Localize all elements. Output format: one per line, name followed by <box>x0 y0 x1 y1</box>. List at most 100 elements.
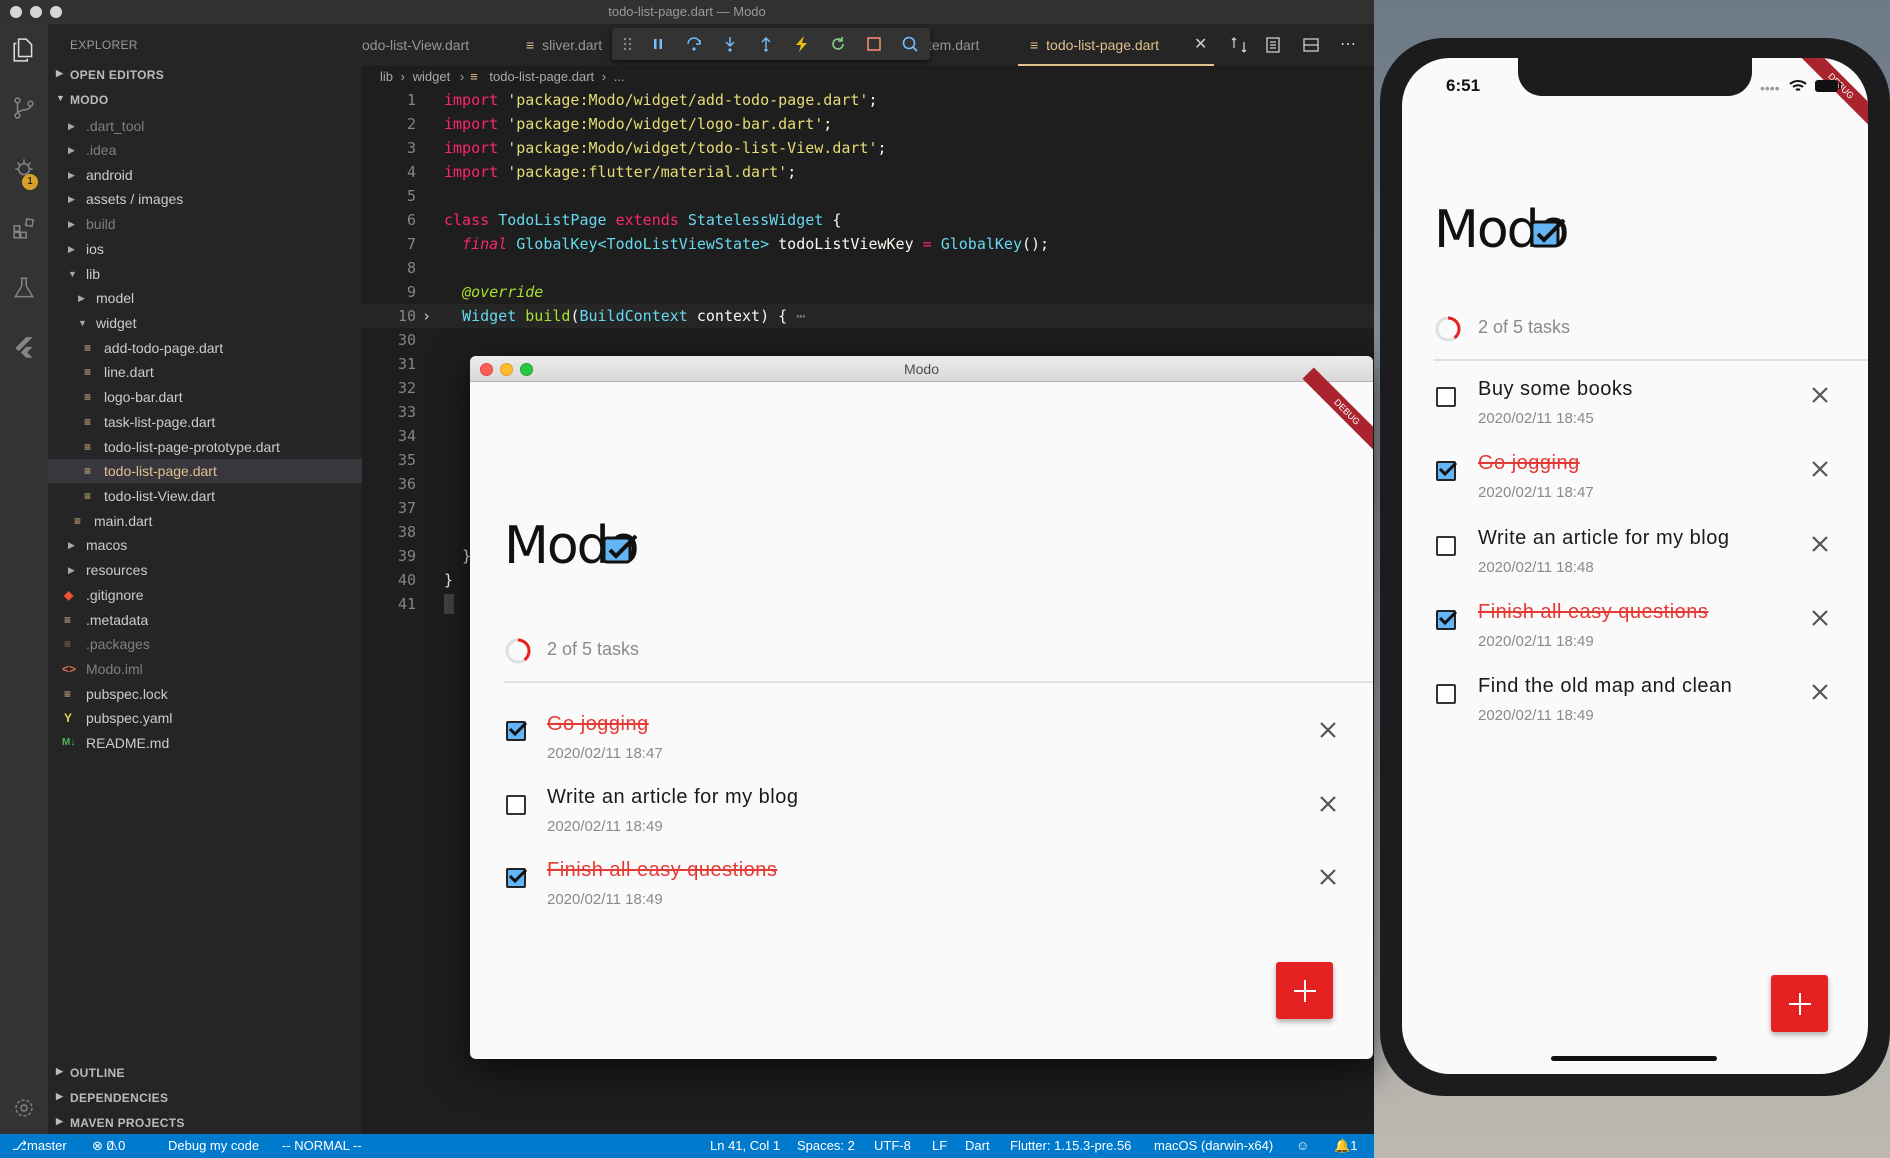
cursor-position-status[interactable]: Ln 41, Col 1 <box>710 1134 780 1158</box>
tree-folder-build[interactable]: ▶ build <box>48 212 362 236</box>
code-line[interactable]: 3 import 'package:Modo/widget/todo-list-V… <box>362 136 1374 160</box>
more-actions-icon[interactable]: ⋯ <box>1340 34 1356 54</box>
task-title[interactable]: Go jogging <box>547 713 649 736</box>
tree-file-pubspec-yaml[interactable]: Ypubspec.yaml <box>48 706 362 730</box>
task-checkbox[interactable] <box>1436 610 1457 630</box>
encoding-status[interactable]: UTF-8 <box>874 1134 911 1158</box>
task-title[interactable]: Finish all easy questions <box>547 859 777 882</box>
code-line[interactable]: 6 class TodoListPage extends StatelessWid… <box>362 208 1374 232</box>
tree-file-todo-list-page[interactable]: ≡ todo-list-page.dart <box>48 459 362 483</box>
task-checkbox[interactable] <box>1436 536 1456 556</box>
task-title[interactable]: Find the old map and clean <box>1478 675 1732 698</box>
project-section[interactable]: ▼ MODO <box>56 93 109 107</box>
delete-task-close-icon[interactable] <box>1316 718 1340 742</box>
step-over-icon[interactable] <box>682 32 706 56</box>
tab-sliver[interactable]: ≡ sliver.dart <box>526 24 602 66</box>
tree-file-modo-iml[interactable]: <> Modo.iml <box>48 657 362 681</box>
zoom-window-button[interactable] <box>50 6 62 18</box>
delete-task-close-icon[interactable] <box>1808 532 1832 556</box>
tree-file-gitignore[interactable]: ◆ .gitignore <box>48 583 362 607</box>
tab-item[interactable]: tem.dart <box>928 24 979 66</box>
tree-file-metadata[interactable]: ≡ .metadata <box>48 608 362 632</box>
tree-folder-idea[interactable]: ▶ .idea <box>48 138 362 162</box>
delete-task-close-icon[interactable] <box>1316 792 1340 816</box>
task-title[interactable]: Go jogging <box>1478 452 1580 475</box>
add-task-button[interactable] <box>1771 975 1828 1032</box>
task-title[interactable]: Finish all easy questions <box>1478 601 1708 624</box>
code-line[interactable]: 30 <box>362 328 1374 352</box>
hot-reload-icon[interactable] <box>790 32 814 56</box>
delete-task-close-icon[interactable] <box>1808 457 1832 481</box>
tree-folder-widget[interactable]: ▼ widget <box>48 311 362 335</box>
tree-file-todo-list-view[interactable]: ≡ todo-list-View.dart <box>48 484 362 508</box>
tree-folder-dart-tool[interactable]: ▶ .dart_tool <box>48 114 362 138</box>
code-line[interactable]: 7 final GlobalKey<TodoListViewState> tod… <box>362 232 1374 256</box>
task-title[interactable]: Write an article for my blog <box>547 786 799 809</box>
close-window-button[interactable] <box>480 363 493 376</box>
flutter-icon[interactable] <box>0 324 48 372</box>
tree-folder-macos[interactable]: ▶ macos <box>48 533 362 557</box>
code-line[interactable]: 5 <box>362 184 1374 208</box>
tree-file-readme[interactable]: M↓ README.md <box>48 731 362 755</box>
tree-file-logo-bar[interactable]: ≡ logo-bar.dart <box>48 385 362 409</box>
testing-flask-icon[interactable] <box>0 264 48 312</box>
minimize-window-button[interactable] <box>30 6 42 18</box>
tree-folder-lib[interactable]: ▼ lib <box>48 262 362 286</box>
notifications-status[interactable]: 🔔 1 <box>1334 1134 1357 1158</box>
indent-status[interactable]: Spaces: 2 <box>797 1134 855 1158</box>
step-out-icon[interactable] <box>754 32 778 56</box>
task-checkbox[interactable] <box>1436 684 1456 704</box>
outline-section[interactable]: ▶ OUTLINE <box>56 1066 125 1080</box>
branch-status[interactable]: ⎇ master <box>12 1134 67 1158</box>
step-into-icon[interactable] <box>718 32 742 56</box>
tree-file-packages[interactable]: ≡ .packages <box>48 632 362 656</box>
compare-changes-icon[interactable] <box>1230 36 1248 54</box>
close-window-button[interactable] <box>10 6 22 18</box>
task-checkbox[interactable] <box>506 868 527 888</box>
delete-task-close-icon[interactable] <box>1808 680 1832 704</box>
debug-icon[interactable]: 1 <box>0 144 48 192</box>
drag-handle-icon[interactable] <box>616 32 640 56</box>
task-title[interactable]: Write an article for my blog <box>1478 527 1730 550</box>
debug-config-status[interactable]: Debug my code <box>168 1134 259 1158</box>
device-status[interactable]: macOS (darwin-x64) <box>1154 1134 1273 1158</box>
tree-folder-assets[interactable]: ▶ assets / images <box>48 187 362 211</box>
tab-todo-list-view[interactable]: odo-list-View.dart <box>362 24 502 66</box>
delete-task-close-icon[interactable] <box>1316 865 1340 889</box>
code-line[interactable]: 10 › Widget build(BuildContext context) {… <box>362 304 1374 328</box>
split-editor-icon[interactable] <box>1302 36 1320 54</box>
explorer-icon[interactable] <box>0 26 48 74</box>
breadcrumb-file[interactable]: todo-list-page.dart <box>489 69 594 84</box>
task-checkbox[interactable] <box>1436 387 1456 407</box>
language-status[interactable]: Dart <box>965 1134 990 1158</box>
delete-task-close-icon[interactable] <box>1808 383 1832 407</box>
breadcrumb-lib[interactable]: lib <box>380 69 393 84</box>
restart-icon[interactable] <box>826 32 850 56</box>
tree-folder-android[interactable]: ▶ android <box>48 163 362 187</box>
inspect-widget-icon[interactable] <box>898 32 922 56</box>
stop-icon[interactable] <box>862 32 886 56</box>
breadcrumb-widget[interactable]: widget <box>413 69 451 84</box>
extensions-icon[interactable] <box>0 204 48 252</box>
code-line[interactable]: 8 <box>362 256 1374 280</box>
eol-status[interactable]: LF <box>932 1134 947 1158</box>
tree-file-todo-list-page-prototype[interactable]: ≡ todo-list-page-prototype.dart <box>48 435 362 459</box>
flutter-version-status[interactable]: Flutter: 1.15.3-pre.56 <box>1010 1134 1131 1158</box>
code-line[interactable]: 1 import 'package:Modo/widget/add-todo-pa… <box>362 88 1374 112</box>
task-title[interactable]: Buy some books <box>1478 378 1633 401</box>
tree-file-line[interactable]: ≡ line.dart <box>48 360 362 384</box>
tab-todo-list-page[interactable]: ≡ todo-list-page.dart ✕ <box>1018 24 1214 66</box>
tree-file-pubspec-lock[interactable]: ≡ pubspec.lock <box>48 682 362 706</box>
delete-task-close-icon[interactable] <box>1808 606 1832 630</box>
zoom-window-button[interactable] <box>520 363 533 376</box>
task-checkbox[interactable] <box>1436 461 1457 481</box>
close-tab-icon[interactable]: ✕ <box>1194 24 1207 66</box>
code-line[interactable]: 4 import 'package:flutter/material.dart'; <box>362 160 1374 184</box>
tree-folder-model[interactable]: ▶ model <box>48 286 362 310</box>
feedback-icon[interactable]: ☺ <box>1296 1134 1309 1158</box>
home-indicator[interactable] <box>1551 1056 1717 1061</box>
source-control-icon[interactable] <box>0 84 48 132</box>
code-line[interactable]: 2 import 'package:Modo/widget/logo-bar.da… <box>362 112 1374 136</box>
task-checkbox[interactable] <box>506 795 526 815</box>
pause-icon[interactable] <box>646 32 670 56</box>
